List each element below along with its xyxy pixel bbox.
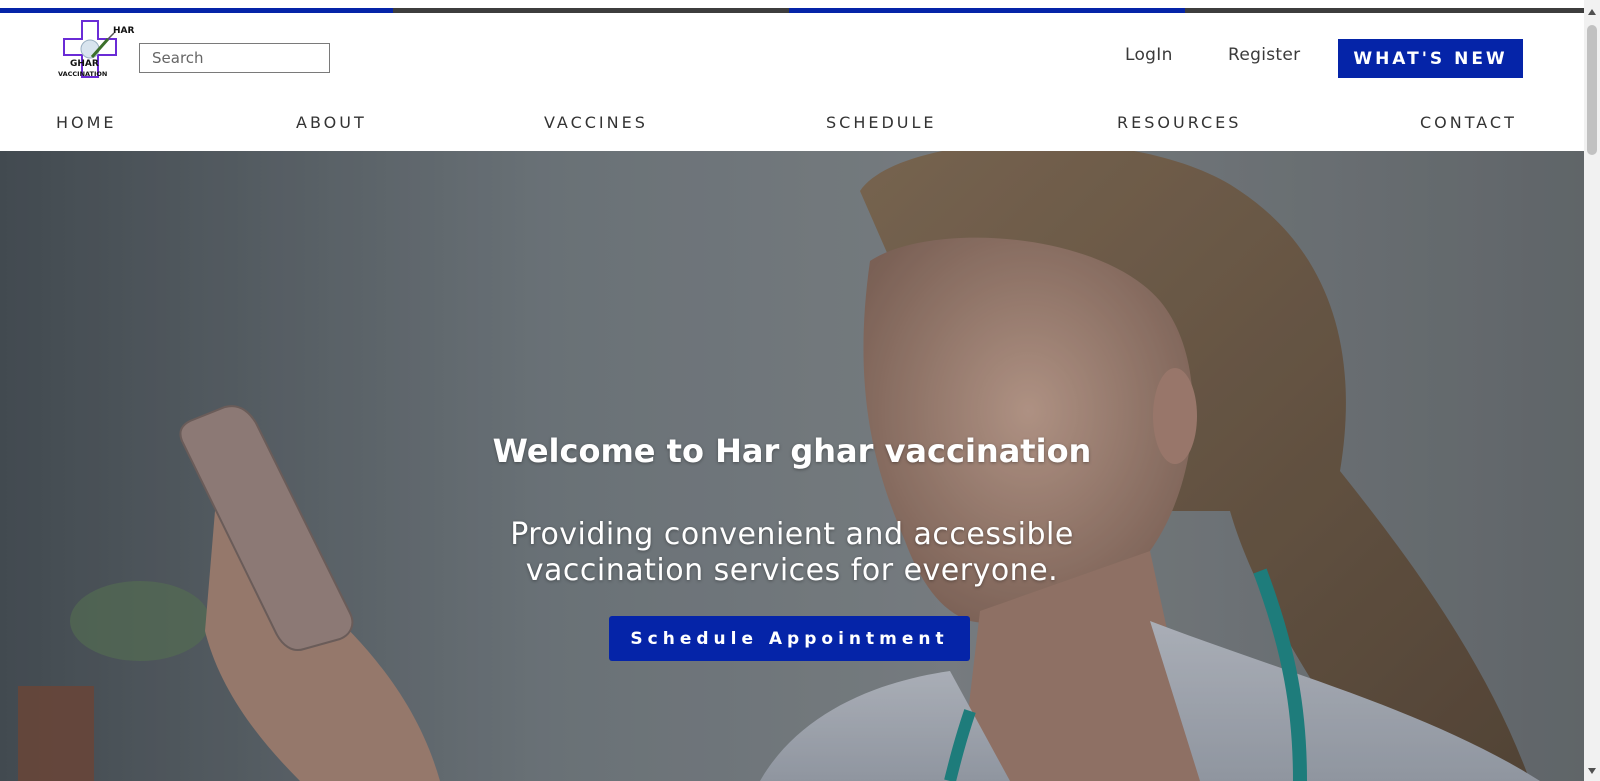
nav-item-schedule[interactable]: SCHEDULE <box>826 113 937 132</box>
nav-item-about[interactable]: ABOUT <box>296 113 367 132</box>
nav-item-vaccines[interactable]: VACCINES <box>544 113 648 132</box>
register-link[interactable]: Register <box>1228 45 1300 65</box>
hero-section: Welcome to Har ghar vaccination Providin… <box>0 151 1584 781</box>
whats-new-button[interactable]: WHAT'S NEW <box>1338 39 1523 78</box>
main-nav: HOME ABOUT VACCINES SCHEDULE RESOURCES C… <box>0 104 1584 144</box>
nav-item-contact[interactable]: CONTACT <box>1420 113 1517 132</box>
hero-title: Welcome to Har ghar vaccination <box>492 432 1092 470</box>
top-accent-stripe <box>393 8 789 13</box>
chevron-up-icon[interactable] <box>1588 9 1596 15</box>
scrollbar-thumb[interactable] <box>1587 25 1597 155</box>
vertical-scrollbar[interactable] <box>1584 0 1600 781</box>
top-accent-stripe <box>0 8 393 13</box>
hero-subtitle-line: vaccination services for everyone. <box>525 553 1059 588</box>
page: HAR GHAR VACCINATION LogIn Register WHAT… <box>0 0 1584 781</box>
site-logo[interactable]: HAR GHAR VACCINATION <box>56 19 136 81</box>
logo-text-bottom: VACCINATION <box>58 70 107 78</box>
logo-text-mid: GHAR <box>70 59 99 69</box>
login-link[interactable]: LogIn <box>1125 45 1173 65</box>
nav-item-home[interactable]: HOME <box>56 113 117 132</box>
medical-cross-logo-icon: HAR GHAR VACCINATION <box>58 20 134 78</box>
top-accent-stripe <box>789 8 1185 13</box>
chevron-down-icon[interactable] <box>1588 768 1596 774</box>
logo-text-top: HAR <box>113 26 134 36</box>
search-input[interactable] <box>139 43 330 73</box>
nav-item-resources[interactable]: RESOURCES <box>1117 113 1241 132</box>
hero-subtitle-line: Providing convenient and accessible <box>510 517 1074 552</box>
schedule-appointment-button[interactable]: Schedule Appointment <box>609 616 970 661</box>
top-accent-stripe <box>1185 8 1584 13</box>
hero-subtitle: Providing convenient and accessible vacc… <box>0 517 1584 589</box>
